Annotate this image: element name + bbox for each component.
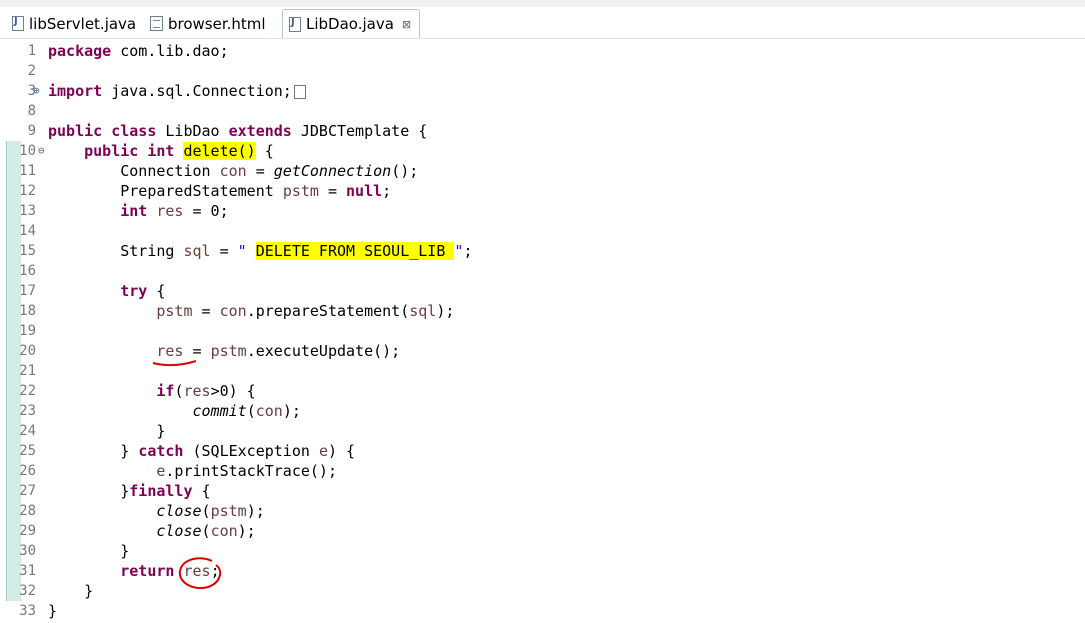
code-text: public int delete() { (84, 142, 274, 160)
code-text: } (48, 542, 130, 560)
line-number: 26 (19, 463, 36, 479)
line-number: 2 (27, 63, 36, 79)
code-text: commit(con); (192, 402, 301, 420)
html-file-icon (150, 16, 163, 31)
code-line: 18 pstm = con.prepareStatement(sql); (0, 301, 1085, 321)
java-file-icon (12, 16, 24, 31)
code-line: 26 e.printStackTrace(); (0, 461, 1085, 481)
line-number: 28 (19, 503, 36, 519)
code-line: 23 commit(con); (0, 401, 1085, 421)
code-text: public class LibDao extends JDBCTemplate… (48, 122, 428, 140)
code-line: 13 int res = 0; (0, 201, 1085, 221)
line-number: 3 (27, 83, 36, 99)
line-number: 24 (19, 423, 36, 439)
java-file-icon (289, 16, 301, 32)
collapse-fold-icon[interactable]: ⊖ (38, 144, 45, 157)
code-text: try { (120, 282, 166, 300)
code-text: pstm = con.prepareStatement(sql); (156, 302, 455, 320)
line-number: 25 (19, 443, 36, 459)
code-text: } (48, 582, 94, 600)
code-line: 27 }finally { (0, 481, 1085, 501)
code-text: close(pstm); (156, 502, 265, 520)
code-text: res = pstm.executeUpdate(); (156, 342, 401, 360)
code-line: 8 (0, 101, 1085, 121)
close-icon[interactable]: ⊠ (402, 18, 411, 31)
code-text: PreparedStatement pstm = null; (48, 182, 392, 200)
line-number: 9 (27, 123, 36, 139)
code-line: 3 ⊕ import java.sql.Connection; (0, 81, 1085, 101)
tab-label: libServlet.java (29, 14, 137, 33)
code-text: }finally { (48, 482, 211, 500)
code-line: 21 (0, 361, 1085, 381)
line-number: 31 (19, 563, 36, 579)
code-text: package com.lib.dao; (48, 42, 229, 60)
line-number: 8 (27, 103, 36, 119)
code-line: 25 } catch (SQLException e) { (0, 441, 1085, 461)
code-line: 29 close(con); (0, 521, 1085, 541)
line-number: 15 (19, 243, 36, 259)
tab-label: browser.html (168, 14, 266, 33)
code-editor[interactable]: 1 package com.lib.dao; 2 3 ⊕ import java… (0, 39, 1085, 623)
code-text: return res; (120, 562, 220, 580)
code-line: 24 } (0, 421, 1085, 441)
code-text: e.printStackTrace(); (156, 462, 337, 480)
line-number: 10 (19, 143, 36, 159)
line-number: 11 (19, 163, 36, 179)
code-line: 12 PreparedStatement pstm = null; (0, 181, 1085, 201)
folded-imports-icon[interactable] (293, 84, 306, 99)
code-text: int res = 0; (120, 202, 229, 220)
expand-fold-icon[interactable]: ⊕ (33, 84, 40, 97)
tab-browser-html[interactable]: browser.html (150, 10, 266, 37)
tab-label: LibDao.java (306, 15, 394, 33)
line-number: 16 (19, 263, 36, 279)
code-text: } catch (SQLException e) { (48, 442, 356, 460)
line-number: 1 (27, 43, 36, 59)
code-line: 10 ⊖ public int delete() { (0, 141, 1085, 161)
line-number: 22 (19, 383, 36, 399)
line-number: 29 (19, 523, 36, 539)
code-text: } (48, 602, 58, 620)
code-line: 1 package com.lib.dao; (0, 41, 1085, 61)
code-line: 30 } (0, 541, 1085, 561)
code-line: 31 return res; (0, 561, 1085, 581)
tab-libservlet[interactable]: libServlet.java (12, 10, 136, 37)
line-number: 23 (19, 403, 36, 419)
code-line: 22 if(res>0) { (0, 381, 1085, 401)
code-text: } (48, 422, 166, 440)
line-number: 13 (19, 203, 36, 219)
code-text: if(res>0) { (156, 382, 256, 400)
code-line: 33 } (0, 601, 1085, 621)
line-number: 19 (19, 323, 36, 339)
line-number: 20 (19, 343, 36, 359)
code-line: 15 String sql = " DELETE FROM SEOUL_LIB … (0, 241, 1085, 261)
editor-tab-bar: libServlet.java browser.html LibDao.java… (0, 0, 1085, 39)
code-line: 16 (0, 261, 1085, 281)
line-number: 17 (19, 283, 36, 299)
code-line: 2 (0, 61, 1085, 81)
line-number: 30 (19, 543, 36, 559)
code-line: 28 close(pstm); (0, 501, 1085, 521)
line-number: 27 (19, 483, 36, 499)
code-text: close(con); (156, 522, 256, 540)
code-text: String sql = " DELETE FROM SEOUL_LIB "; (48, 242, 473, 260)
line-number: 21 (19, 363, 36, 379)
line-number: 32 (19, 583, 36, 599)
line-number: 12 (19, 183, 36, 199)
code-line: 14 (0, 221, 1085, 241)
line-number: 33 (19, 603, 36, 619)
code-line: 17 try { (0, 281, 1085, 301)
tab-libdao[interactable]: LibDao.java ⊠ (282, 9, 421, 38)
line-number: 14 (19, 223, 36, 239)
tab-bar-top-strip (0, 0, 1085, 7)
line-number: 18 (19, 303, 36, 319)
code-line: 32 } (0, 581, 1085, 601)
code-line: 11 Connection con = getConnection(); (0, 161, 1085, 181)
code-line: 19 (0, 321, 1085, 341)
code-text: Connection con = getConnection(); (48, 162, 419, 180)
code-line: 20 res = pstm.executeUpdate(); (0, 341, 1085, 361)
code-text: import java.sql.Connection; (48, 81, 306, 101)
code-line: 9 public class LibDao extends JDBCTempla… (0, 121, 1085, 141)
